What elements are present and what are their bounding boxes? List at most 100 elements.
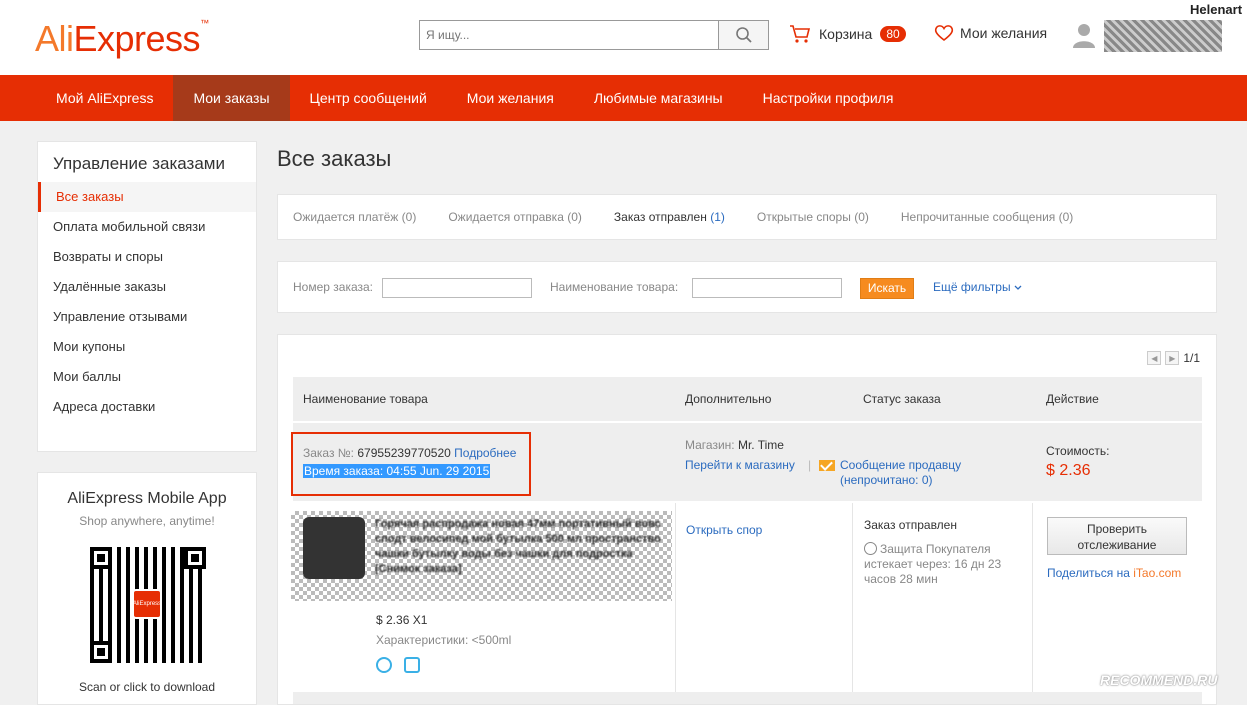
- search-button[interactable]: [718, 21, 768, 49]
- aliexpress-logo[interactable]: AliExpress™: [35, 18, 209, 60]
- item-icons: [376, 657, 420, 673]
- share-site: iTao.com: [1133, 566, 1182, 580]
- page-indicator: 1/1: [1183, 351, 1200, 365]
- refresh-icon[interactable]: [404, 657, 420, 673]
- cart-link[interactable]: Корзина 80: [789, 24, 906, 44]
- product-title[interactable]: Горячая распродажа новая 47мм портативны…: [375, 517, 665, 577]
- order-cost: $ 2.36: [1046, 462, 1091, 479]
- search-icon: [735, 27, 752, 43]
- nav-wishlist[interactable]: Мои желания: [447, 75, 574, 121]
- order-number-input[interactable]: [382, 278, 532, 298]
- order-number-label: Номер заказа:: [293, 280, 374, 294]
- more-filters-label: Ещё фильтры: [933, 280, 1011, 294]
- share-itao-link[interactable]: Поделиться на iTao.com: [1047, 566, 1181, 580]
- unread-prefix: (непрочитано:: [840, 473, 922, 487]
- unread-count: 0: [921, 473, 929, 487]
- nav-message-center[interactable]: Центр сообщений: [290, 75, 447, 121]
- product-redacted-area[interactable]: Горячая распродажа новая 47мм портативны…: [291, 511, 672, 601]
- search-input[interactable]: [420, 21, 718, 49]
- go-to-store-link[interactable]: Перейти к магазину: [685, 458, 795, 472]
- product-name-input[interactable]: [692, 278, 842, 298]
- qr-finder: [90, 547, 112, 569]
- product-title-text: Горячая распродажа новая 47мм портативны…: [375, 518, 661, 560]
- chevron-down-icon: [1014, 285, 1022, 290]
- qr-finder: [184, 547, 206, 569]
- pagination: ◀ ▶ 1/1: [1147, 351, 1200, 365]
- product-thumbnail[interactable]: [303, 517, 365, 579]
- item-price: $ 2.36 X1: [376, 613, 428, 627]
- more-filters-link[interactable]: Ещё фильтры: [933, 280, 1022, 294]
- wishlist-link[interactable]: Мои желания: [934, 24, 1047, 42]
- sidebar-item-all-orders[interactable]: Все заказы: [38, 182, 256, 212]
- tab-shipped[interactable]: Заказ отправлен (1): [614, 210, 725, 224]
- next-page-button[interactable]: ▶: [1165, 351, 1180, 365]
- app-download-cta[interactable]: Scan or click to download: [38, 680, 256, 694]
- sidebar-item-returns-disputes[interactable]: Возвраты и споры: [38, 242, 256, 272]
- logo-tm: ™: [200, 18, 209, 28]
- sidebar-item-mobile-payment[interactable]: Оплата мобильной связи: [38, 212, 256, 242]
- sidebar-item-coupons[interactable]: Мои купоны: [38, 332, 256, 362]
- user-avatar-icon[interactable]: [1072, 22, 1096, 48]
- order-number-label: Заказ №:: [303, 446, 355, 460]
- column-divider: [675, 503, 676, 693]
- col-product: Наименование товара: [303, 392, 428, 406]
- search-orders-button[interactable]: Искать: [860, 278, 914, 299]
- sidebar-item-points[interactable]: Мои баллы: [38, 362, 256, 392]
- user-name-redacted[interactable]: [1104, 20, 1222, 52]
- col-additional: Дополнительно: [685, 392, 772, 406]
- main-nav: Мой AliExpress Мои заказы Центр сообщени…: [0, 75, 1247, 121]
- header: AliExpress™ Корзина 80 Мои желания Helen…: [0, 0, 1247, 75]
- unread-suffix: ): [928, 473, 933, 487]
- product-name-label: Наименование товара:: [550, 280, 679, 294]
- store-label: Магазин:: [685, 438, 735, 452]
- tab-open-disputes[interactable]: Открытые споры (0): [757, 210, 869, 224]
- order-time: Время заказа: 04:55 Jun. 29 2015: [303, 464, 491, 478]
- tab-unread-messages[interactable]: Непрочитанные сообщения (0): [901, 210, 1073, 224]
- order-details-link[interactable]: Подробнее: [454, 446, 516, 460]
- tab-awaiting-payment[interactable]: Ожидается платёж (0): [293, 210, 416, 224]
- nav-profile-settings[interactable]: Настройки профиля: [743, 75, 914, 121]
- nav-my-orders[interactable]: Мои заказы: [173, 75, 290, 121]
- next-row-strip: [293, 692, 1202, 704]
- site-watermark: RECOMMEND.RU: [1100, 672, 1218, 688]
- clock-icon: [864, 542, 877, 555]
- order-status-tabs: Ожидается платёж (0) Ожидается отправка …: [277, 194, 1217, 240]
- column-divider: [1032, 503, 1033, 693]
- tab-awaiting-shipment[interactable]: Ожидается отправка (0): [448, 210, 582, 224]
- sidebar-item-addresses[interactable]: Адреса доставки: [38, 392, 256, 422]
- alarm-clock-icon[interactable]: [376, 657, 392, 673]
- store-info: Магазин: Mr. Time: [685, 438, 784, 452]
- app-promo-title: AliExpress Mobile App: [67, 490, 227, 507]
- sidebar-item-feedback[interactable]: Управление отзывами: [38, 302, 256, 332]
- prev-page-button[interactable]: ◀: [1147, 351, 1162, 365]
- page-title: Все заказы: [277, 146, 392, 171]
- tab-count: (1): [710, 210, 725, 224]
- track-shipment-button[interactable]: Проверить отслеживание: [1047, 517, 1187, 555]
- item-attributes: Характеристики: <500ml: [376, 633, 512, 647]
- nav-favorite-stores[interactable]: Любимые магазины: [574, 75, 743, 121]
- tab-count: (0): [1058, 210, 1074, 224]
- buyer-protection: Защита Покупателя истекает через: 16 дн …: [864, 542, 1029, 587]
- mobile-app-promo: AliExpress Mobile App Shop anywhere, any…: [37, 472, 257, 705]
- sidebar: Управление заказами Все заказы Оплата мо…: [37, 141, 257, 452]
- share-prefix: Поделиться на: [1047, 566, 1134, 580]
- message-seller-link[interactable]: Сообщение продавцу (непрочитано: 0): [819, 458, 961, 488]
- order-number: Заказ №: 67955239770520 Подробнее: [303, 446, 516, 460]
- product-snapshot-link[interactable]: [Снимок заказа]: [375, 563, 462, 575]
- sidebar-item-deleted-orders[interactable]: Удалённые заказы: [38, 272, 256, 302]
- cart-icon: [790, 25, 811, 43]
- store-name: Mr. Time: [737, 438, 784, 452]
- logo-ali-text: Ali: [35, 18, 74, 59]
- cart-label: Корзина: [819, 26, 873, 42]
- buyer-protection-text: Защита Покупателя истекает через: 16 дн …: [864, 542, 1002, 586]
- logo-express-text: Express: [73, 18, 201, 59]
- order-filters: Номер заказа: Наименование товара: Искат…: [277, 261, 1217, 313]
- link-separator: |: [808, 458, 812, 472]
- col-status: Статус заказа: [863, 392, 941, 406]
- tab-label: Ожидается платёж: [293, 210, 399, 224]
- qr-code[interactable]: AliExpress: [90, 547, 206, 663]
- open-dispute-link[interactable]: Открыть спор: [686, 523, 762, 537]
- nav-my-aliexpress[interactable]: Мой AliExpress: [36, 75, 173, 121]
- tab-label: Открытые споры: [756, 210, 851, 224]
- order-status: Заказ отправлен: [864, 518, 957, 532]
